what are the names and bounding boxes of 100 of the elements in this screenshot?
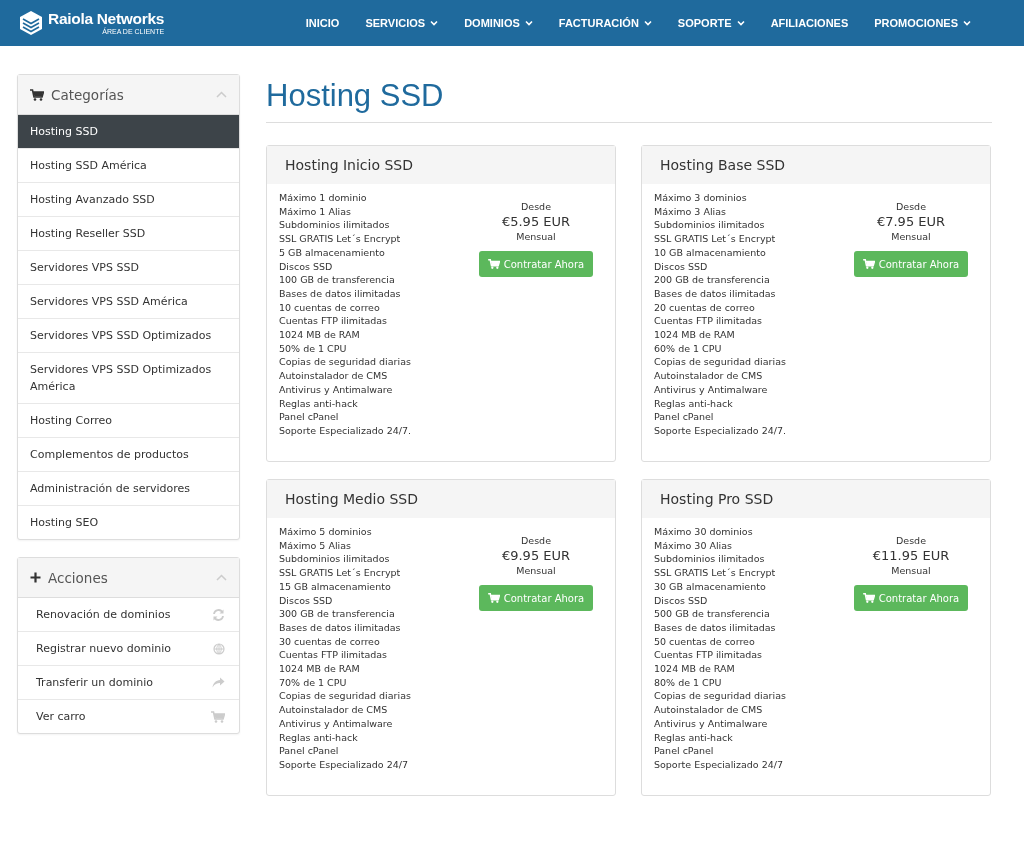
cube-logo-icon — [18, 10, 44, 36]
feature-text: Panel cPanel — [654, 744, 715, 758]
price-prefix: Desde — [896, 534, 926, 547]
chevron-down-icon — [643, 20, 652, 26]
feature-text: Máximo 3 Alias — [654, 204, 727, 219]
chevron-down-icon — [430, 20, 439, 26]
feature-text: 50 cuentas de correo — [654, 634, 756, 649]
feature-text: Máximo 30 Alias — [654, 538, 734, 553]
action-link[interactable]: Transferir un dominio — [36, 676, 153, 689]
product-name: Hosting Medio SSD — [285, 491, 418, 507]
feature-text: Reglas anti-hack — [654, 396, 734, 411]
feature-text: 15 GB almacenamiento — [279, 579, 392, 594]
feature-text: Soporte Especializado 24/7. — [279, 423, 412, 438]
action-link[interactable]: Ver carro — [36, 710, 86, 723]
feature-text: Antivirus y Antimalware — [654, 382, 769, 397]
nav-link[interactable]: SERVICIOS — [352, 17, 452, 29]
category-item[interactable]: Complementos de productos — [18, 438, 239, 472]
category-item[interactable]: Administración de servidores — [18, 472, 239, 506]
feature-text: Cuentas FTP ilimitadas — [654, 648, 764, 663]
feature-text: Autoinstalador de CMS — [279, 703, 389, 717]
globe-icon — [213, 642, 225, 655]
feature-text: Discos SSD — [279, 259, 334, 274]
feature-text: 80% de 1 CPU — [654, 675, 723, 690]
feature-text: Máximo 5 dominios — [279, 525, 373, 539]
price-prefix: Desde — [521, 534, 551, 547]
feature-text: 1024 MB de RAM — [654, 662, 736, 676]
cart-icon — [862, 259, 875, 269]
panel-title: Acciones — [48, 569, 108, 586]
nav-link[interactable]: DOMINIOS — [451, 17, 546, 29]
brand-name[interactable]: Raiola Networks — [48, 10, 165, 27]
feature-text: SSL GRATIS Let´s Encrypt — [279, 232, 402, 246]
chevron-down-icon — [963, 20, 971, 26]
feature-text: Máximo 1 dominio — [279, 191, 368, 205]
price-prefix: Desde — [521, 200, 551, 213]
feature-text: 300 GB de transferencia — [279, 607, 396, 621]
feature-text: Antivirus y Antimalware — [279, 716, 394, 731]
billing-period: Mensual — [516, 230, 556, 243]
action-link[interactable]: Registrar nuevo dominio — [36, 642, 171, 655]
category-item[interactable]: Servidores VPS SSD — [18, 251, 239, 285]
billing-period: Mensual — [891, 564, 931, 577]
feature-text: Autoinstalador de CMS — [279, 369, 389, 383]
price-text: €9.95 EUR — [501, 547, 571, 564]
nav-link[interactable]: INICIO — [292, 17, 353, 29]
feature-text: Panel cPanel — [279, 744, 340, 758]
price-text: €11.95 EUR — [872, 547, 950, 564]
chevron-up-icon[interactable] — [216, 91, 227, 98]
feature-text: Subdominios ilimitados — [654, 218, 766, 233]
feature-text: Subdominios ilimitados — [654, 552, 766, 567]
feature-text: SSL GRATIS Let´s Encrypt — [654, 232, 777, 246]
cart-icon — [487, 259, 500, 269]
feature-text: Cuentas FTP ilimitadas — [279, 648, 389, 663]
feature-text: Reglas anti-hack — [279, 396, 359, 411]
price-text: €7.95 EUR — [876, 213, 946, 230]
feature-text: 50% de 1 CPU — [279, 341, 348, 356]
feature-text: Cuentas FTP ilimitadas — [654, 314, 764, 329]
feature-text: Panel cPanel — [654, 410, 715, 424]
product-name: Hosting Inicio SSD — [285, 157, 414, 173]
action-link[interactable]: Renovación de dominios — [36, 608, 171, 621]
product-name: Hosting Pro SSD — [660, 491, 774, 507]
category-item[interactable]: Hosting SSD — [18, 115, 239, 149]
category-item[interactable]: Hosting Reseller SSD — [18, 217, 239, 251]
feature-text: SSL GRATIS Let´s Encrypt — [654, 566, 777, 580]
cart-icon — [211, 710, 225, 723]
chevron-down-icon — [736, 20, 745, 26]
feature-text: Máximo 30 dominios — [654, 525, 754, 539]
feature-text: Máximo 5 Alias — [279, 538, 352, 553]
billing-period: Mensual — [891, 230, 931, 243]
chevron-up-icon[interactable] — [216, 574, 227, 581]
plus-icon — [30, 572, 41, 583]
cart-icon — [30, 88, 44, 101]
category-item[interactable]: Hosting SEO — [18, 506, 239, 539]
feature-text: 10 cuentas de correo — [279, 300, 381, 315]
feature-text: Reglas anti-hack — [279, 730, 359, 745]
feature-text: 500 GB de transferencia — [654, 607, 771, 621]
feature-text: Panel cPanel — [279, 410, 340, 424]
page-title: Hosting SSD — [266, 74, 992, 123]
feature-text: Discos SSD — [654, 593, 709, 608]
category-item[interactable]: Servidores VPS SSD Optimizados — [18, 319, 239, 353]
nav-link[interactable]: FACTURACIÓN — [545, 17, 665, 29]
category-item[interactable]: Hosting SSD América — [18, 149, 239, 183]
nav-link[interactable]: AFILIACIONES — [757, 17, 862, 29]
refresh-icon — [212, 608, 225, 621]
feature-text: Discos SSD — [279, 593, 334, 608]
feature-text: 10 GB almacenamiento — [654, 245, 767, 260]
feature-text: 5 GB almacenamiento — [279, 245, 386, 260]
feature-text: Copias de seguridad diarias — [279, 355, 412, 370]
category-item[interactable]: Servidores VPS SSD América — [18, 285, 239, 319]
product-name: Hosting Base SSD — [660, 157, 786, 173]
feature-text: Antivirus y Antimalware — [279, 382, 394, 397]
feature-text: Copias de seguridad diarias — [279, 689, 412, 704]
nav-link[interactable]: SOPORTE — [664, 17, 758, 29]
feature-text: 30 cuentas de correo — [279, 634, 381, 649]
feature-text: Subdominios ilimitados — [279, 552, 391, 567]
category-item[interactable]: Hosting Correo — [18, 404, 239, 438]
category-item[interactable]: Servidores VPS SSD Optimizados América — [18, 353, 239, 404]
feature-text: SSL GRATIS Let´s Encrypt — [279, 566, 402, 580]
feature-text: Subdominios ilimitados — [279, 218, 391, 233]
category-item[interactable]: Hosting Avanzado SSD — [18, 183, 239, 217]
feature-text: Bases de datos ilimitadas — [654, 620, 777, 635]
nav-link[interactable]: PROMOCIONES — [861, 17, 984, 29]
